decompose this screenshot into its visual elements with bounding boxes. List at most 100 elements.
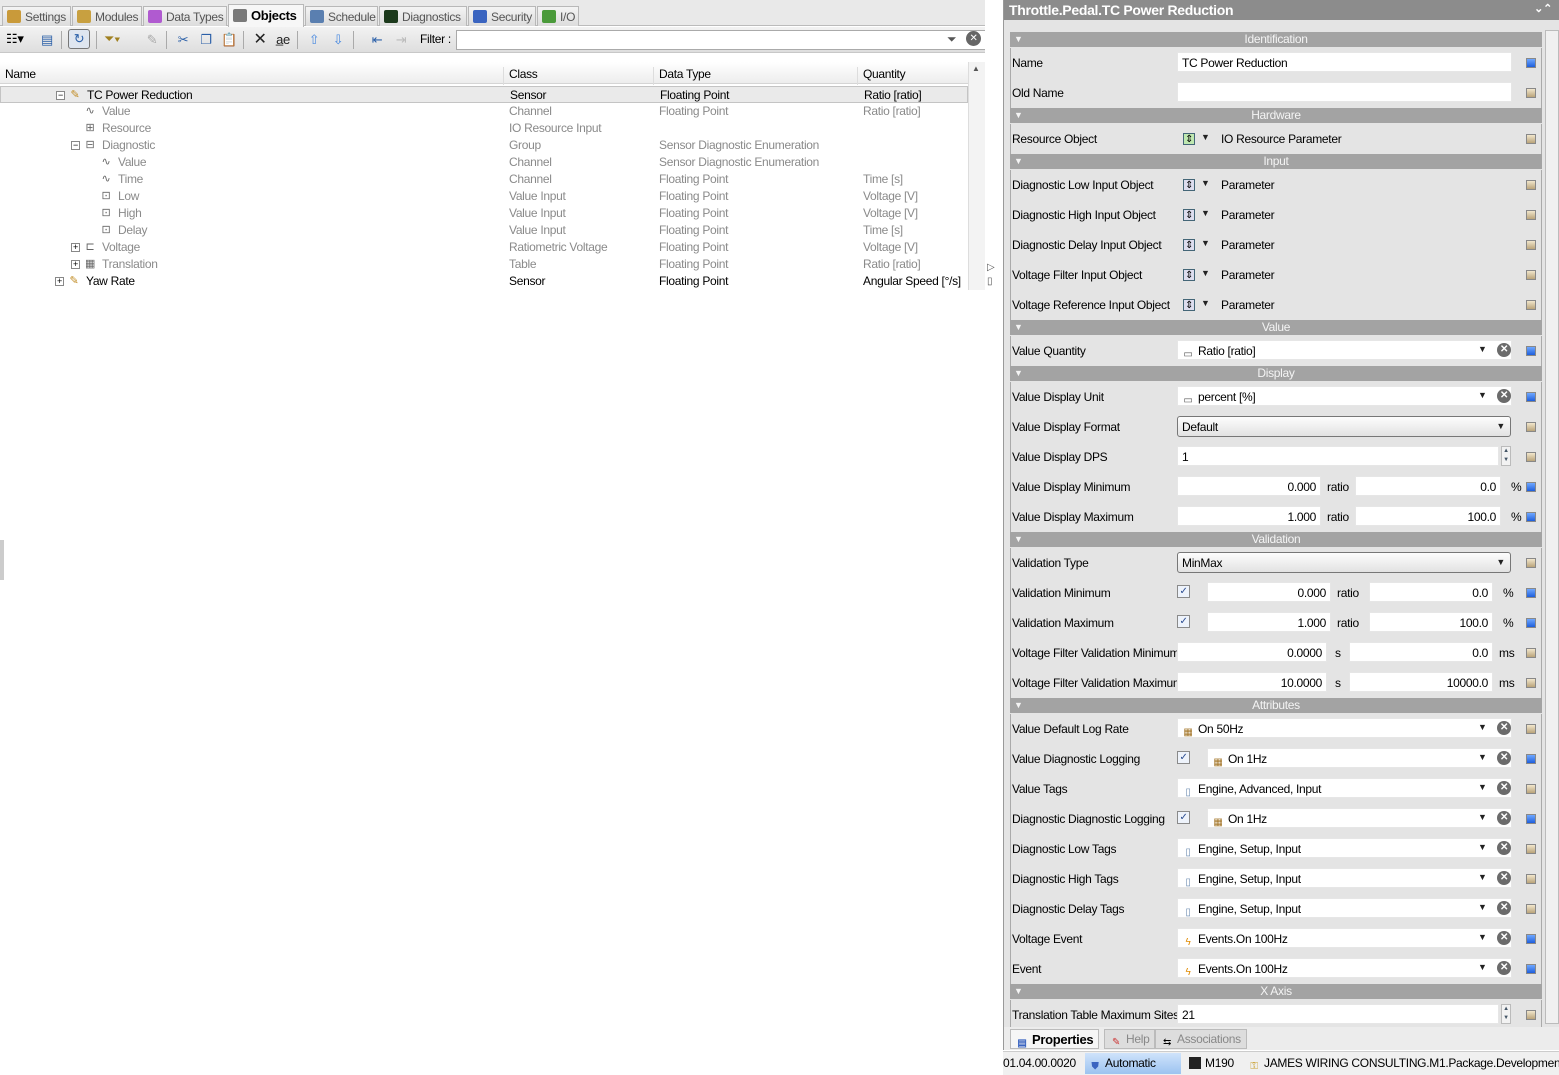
tab-data-types[interactable]: Data Types [143, 6, 227, 26]
object-picker-icon[interactable]: ⇕ [1183, 239, 1195, 251]
property-display-input[interactable]: 0.0 [1349, 642, 1493, 662]
column-header-name[interactable]: Name [0, 67, 36, 85]
property-state-indicator[interactable] [1526, 512, 1536, 522]
collapse-section-icon[interactable]: ▼ [1014, 108, 1023, 123]
column-header-quantity[interactable]: Quantity [857, 67, 906, 85]
property-combo[interactable]: ▦ On 50Hz [1177, 718, 1512, 738]
property-display-input[interactable]: 0.0 [1369, 582, 1493, 602]
dropdown-arrow-icon[interactable]: ▼ [1478, 872, 1487, 882]
property-display-input[interactable]: 10000.0 [1349, 672, 1493, 692]
tab-settings[interactable]: Settings [2, 6, 71, 26]
property-combo[interactable]: ▦ On 1Hz [1207, 808, 1512, 828]
property-combo[interactable]: ▯ Engine, Setup, Input [1177, 838, 1512, 858]
dropdown-arrow-icon[interactable]: ▼ [1478, 782, 1487, 792]
property-state-indicator[interactable] [1526, 814, 1536, 824]
tab-i-o[interactable]: I/O [537, 6, 579, 26]
property-input[interactable]: TC Power Reduction [1177, 52, 1512, 72]
column-header-class[interactable]: Class [503, 67, 538, 85]
property-combo[interactable]: ▦ On 1Hz [1207, 748, 1512, 768]
property-state-indicator[interactable] [1526, 240, 1536, 250]
collapse-icon[interactable]: − [71, 141, 80, 150]
dropdown-arrow-icon[interactable]: ▼ [1478, 752, 1487, 762]
property-state-indicator[interactable] [1526, 934, 1536, 944]
property-select[interactable]: MinMax ▼ [1177, 552, 1511, 573]
copy-icon[interactable]: ❐ [197, 31, 215, 48]
tab-diagnostics[interactable]: Diagnostics [379, 6, 467, 26]
property-combo[interactable]: ϟ Events.On 100Hz [1177, 928, 1512, 948]
collapse-section-icon[interactable]: ▼ [1014, 698, 1023, 713]
clear-icon[interactable]: ✕ [1497, 781, 1511, 795]
tree-row[interactable]: ∿ Time Channel Floating Point Time [s] [0, 171, 968, 188]
auto-sync-icon[interactable]: ↻ [68, 29, 90, 49]
rename-icon[interactable]: a̲e [274, 31, 292, 48]
property-state-indicator[interactable] [1526, 844, 1536, 854]
clear-icon[interactable]: ✕ [1497, 931, 1511, 945]
property-state-indicator[interactable] [1526, 874, 1536, 884]
move-up-icon[interactable]: ⇧ [305, 31, 323, 48]
column-header-data-type[interactable]: Data Type [653, 67, 711, 85]
property-combo[interactable]: ▭ percent [%] [1177, 386, 1512, 406]
section-x-axis[interactable]: ▼ X Axis [1010, 984, 1542, 999]
collapse-section-icon[interactable]: ▼ [1014, 32, 1023, 47]
panel-collapse-icon[interactable]: ⌄⌃ [1534, 2, 1552, 15]
spinner-icon[interactable]: ▲ ▼ [1501, 446, 1511, 466]
dropdown-arrow-icon[interactable]: ▼ [1478, 932, 1487, 942]
expand-icon[interactable]: + [71, 243, 80, 252]
property-combo[interactable]: ϟ Events.On 100Hz [1177, 958, 1512, 978]
collapse-section-icon[interactable]: ▼ [1014, 366, 1023, 381]
tab-security[interactable]: Security [468, 6, 536, 26]
edit-icon[interactable]: ✎ [143, 31, 161, 48]
clear-icon[interactable]: ✕ [1497, 901, 1511, 915]
collapse-icon[interactable]: − [56, 91, 65, 100]
expand-icon[interactable]: + [55, 277, 64, 286]
property-select[interactable]: Default ▼ [1177, 416, 1511, 437]
property-state-indicator[interactable] [1526, 1010, 1536, 1020]
expand-icon[interactable]: ⇥ [392, 31, 410, 48]
collapse-section-icon[interactable]: ▼ [1014, 154, 1023, 169]
dropdown-arrow-icon[interactable]: ▼ [1478, 962, 1487, 972]
paste-icon[interactable]: 📋 [220, 31, 238, 48]
property-state-indicator[interactable] [1526, 88, 1536, 98]
cut-icon[interactable]: ✂ [174, 31, 192, 48]
property-value-input[interactable]: 10.0000 [1177, 672, 1327, 692]
object-picker-icon[interactable]: ⇕ [1183, 299, 1195, 311]
section-hardware[interactable]: ▼ Hardware [1010, 108, 1542, 123]
status-mode[interactable]: ⛊ Automatic [1085, 1053, 1181, 1074]
tree-row[interactable]: + ▦ Translation Table Floating Point Ratio [r… [0, 256, 968, 273]
property-state-indicator[interactable] [1526, 270, 1536, 280]
tree-row[interactable]: + ✎ Yaw Rate Sensor Floating Point Angular Sp… [0, 273, 968, 290]
property-input[interactable] [1177, 82, 1512, 102]
enable-checkbox[interactable]: ✓ [1177, 751, 1190, 764]
property-state-indicator[interactable] [1526, 300, 1536, 310]
filter-input[interactable] [456, 30, 986, 50]
tree-row[interactable]: + ⊏ Voltage Ratiometric Voltage Floating Poi… [0, 239, 968, 256]
property-combo[interactable]: ▯ Engine, Advanced, Input [1177, 778, 1512, 798]
property-state-indicator[interactable] [1526, 588, 1536, 598]
property-state-indicator[interactable] [1526, 618, 1536, 628]
clear-icon[interactable]: ✕ [1497, 721, 1511, 735]
tree-row[interactable]: ⊡ Delay Value Input Floating Point Time [s] [0, 222, 968, 239]
expand-icon[interactable]: + [71, 260, 80, 269]
dropdown-arrow-icon[interactable]: ▼ [1201, 178, 1210, 188]
tree-row[interactable]: ∿ Value Channel Sensor Diagnostic Enumerati… [0, 154, 968, 171]
close-filter-icon[interactable]: ✕ [966, 31, 981, 46]
property-value-input[interactable]: 1.000 [1207, 612, 1331, 632]
property-display-input[interactable]: 100.0 [1355, 506, 1501, 526]
enable-checkbox[interactable]: ✓ [1177, 615, 1190, 628]
tab-objects[interactable]: Objects [228, 4, 304, 27]
clear-icon[interactable]: ✕ [1497, 841, 1511, 855]
property-input[interactable]: 1 [1177, 446, 1499, 466]
property-state-indicator[interactable] [1526, 180, 1536, 190]
section-display[interactable]: ▼ Display [1010, 366, 1542, 381]
tree-row[interactable]: ⊡ High Value Input Floating Point Voltage [V… [0, 205, 968, 222]
property-state-indicator[interactable] [1526, 678, 1536, 688]
property-state-indicator[interactable] [1526, 754, 1536, 764]
section-validation[interactable]: ▼ Validation [1010, 532, 1542, 547]
property-state-indicator[interactable] [1526, 392, 1536, 402]
dropdown-arrow-icon[interactable]: ▼ [1496, 421, 1505, 431]
tab-modules[interactable]: Modules [72, 6, 142, 26]
object-picker-icon[interactable]: ⇕ [1183, 179, 1195, 191]
dropdown-arrow-icon[interactable]: ▼ [1478, 842, 1487, 852]
property-state-indicator[interactable] [1526, 724, 1536, 734]
property-value-input[interactable]: 0.0000 [1177, 642, 1327, 662]
